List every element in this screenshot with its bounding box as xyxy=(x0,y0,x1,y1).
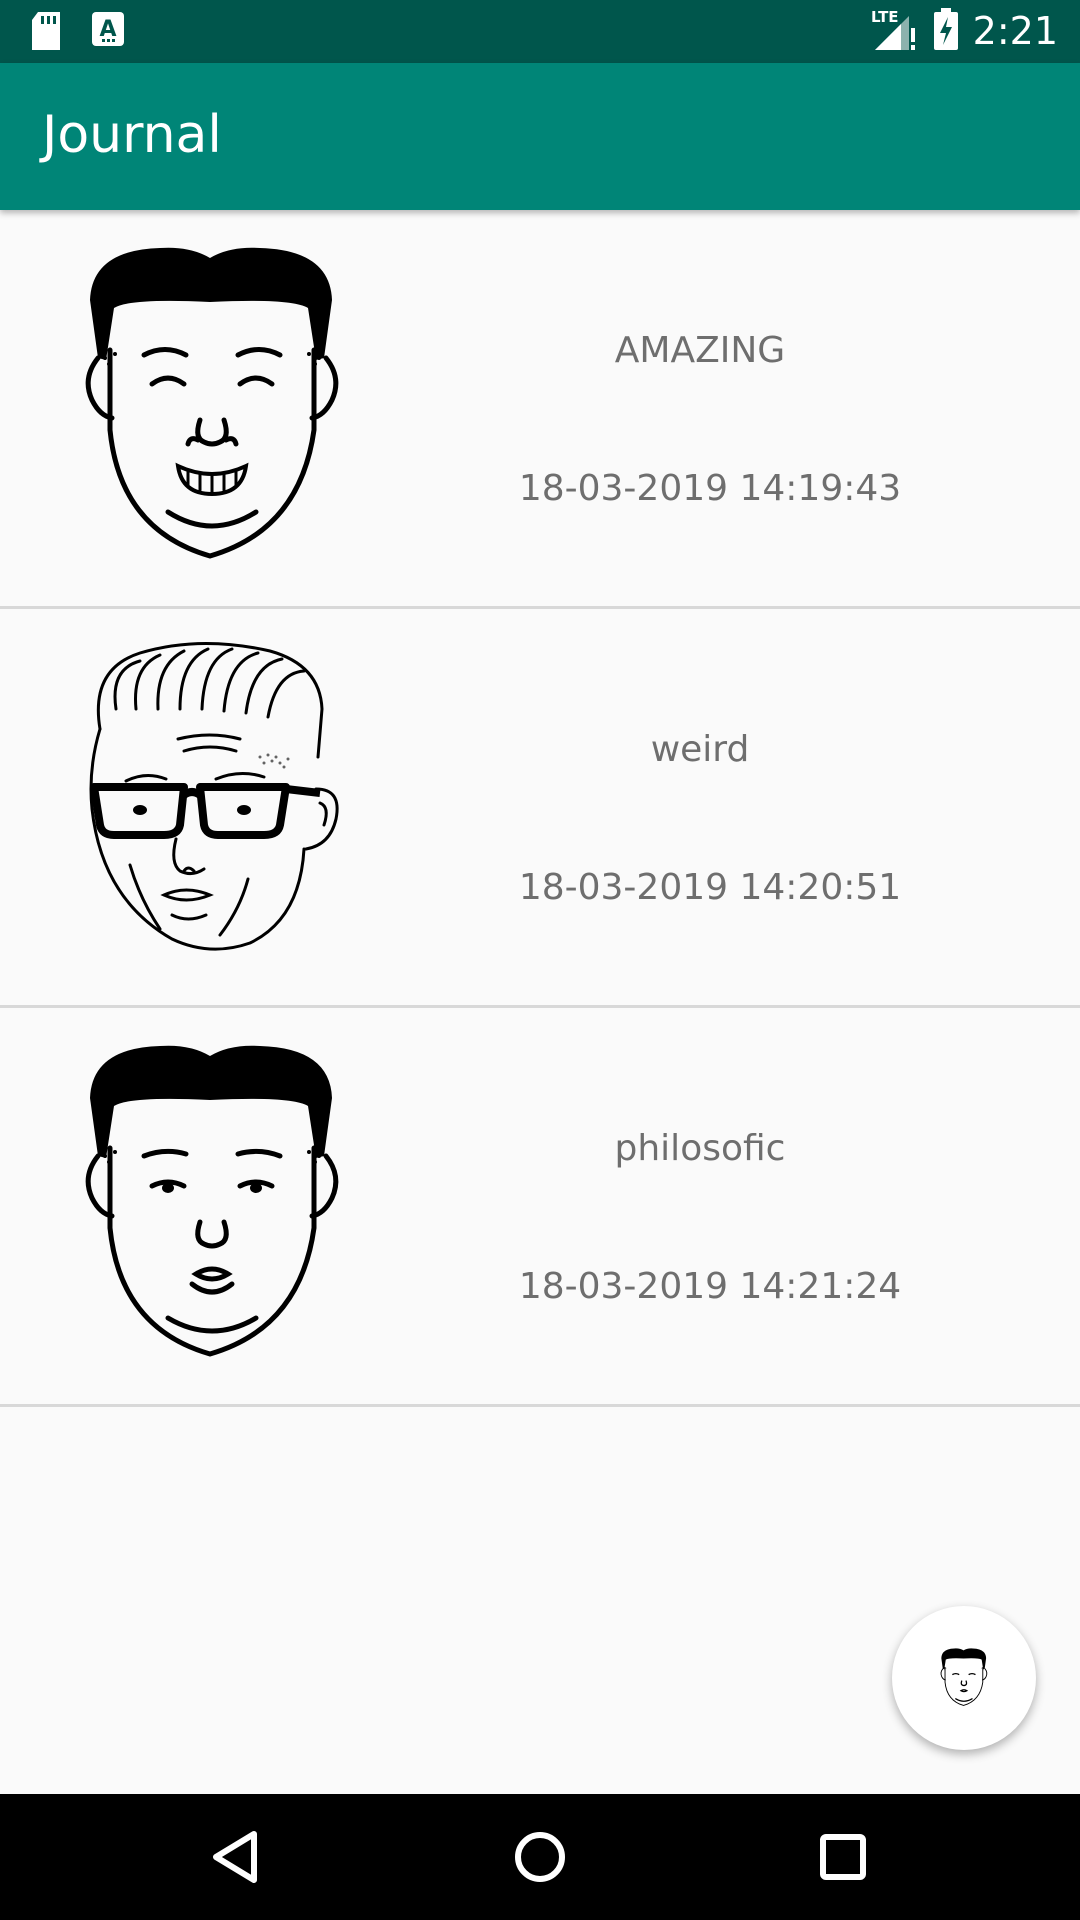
svg-text:A: A xyxy=(99,17,116,42)
status-bar: A LTE 2:21 xyxy=(0,0,1080,63)
navigation-bar xyxy=(0,1794,1080,1920)
list-item[interactable]: weird 18-03-2019 14:20:51 xyxy=(0,609,1080,1008)
back-icon[interactable] xyxy=(200,1822,270,1892)
face-icon xyxy=(940,1648,988,1706)
entry-title: philosofic xyxy=(614,1128,786,1169)
laughing-face-icon xyxy=(80,247,345,575)
sd-card-icon xyxy=(30,12,62,54)
entry-title: weird xyxy=(650,729,750,770)
add-entry-button[interactable] xyxy=(892,1606,1036,1750)
entry-title: AMAZING xyxy=(614,330,786,371)
entry-timestamp: 18-03-2019 14:21:24 xyxy=(518,1266,902,1307)
entry-timestamp: 18-03-2019 14:20:51 xyxy=(518,867,902,908)
list-item[interactable]: AMAZING 18-03-2019 14:19:43 xyxy=(0,210,1080,609)
lte-signal-icon: LTE xyxy=(869,6,919,56)
app-bar: Journal xyxy=(0,63,1080,210)
text-input-icon: A xyxy=(92,12,124,54)
journal-list: AMAZING 18-03-2019 14:19:43 weird 18-03-… xyxy=(0,210,1080,1407)
battery-charging-icon xyxy=(933,8,959,54)
entry-timestamp: 18-03-2019 14:19:43 xyxy=(518,468,902,509)
home-icon[interactable] xyxy=(505,1822,575,1892)
list-item[interactable]: philosofic 18-03-2019 14:21:24 xyxy=(0,1008,1080,1407)
network-label: LTE xyxy=(871,8,899,26)
recents-icon[interactable] xyxy=(808,1822,878,1892)
glasses-face-icon xyxy=(89,642,339,951)
page-title: Journal xyxy=(42,105,222,165)
neutral-face-icon xyxy=(80,1045,345,1373)
status-time: 2:21 xyxy=(972,9,1058,53)
